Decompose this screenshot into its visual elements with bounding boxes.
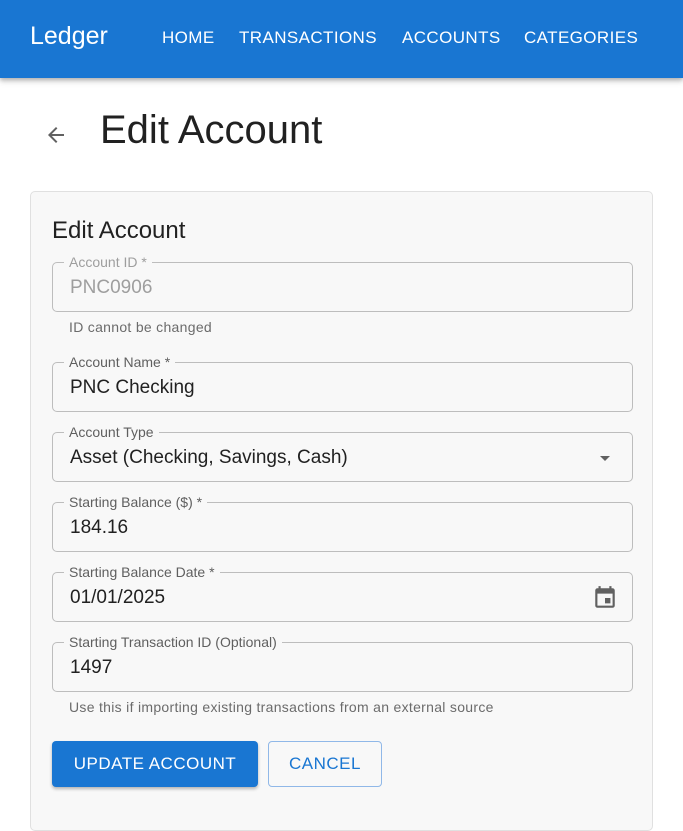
edit-account-form: Edit Account Account ID * PNC0906 ID can…: [30, 191, 653, 831]
arrow-left-icon: [48, 127, 64, 143]
account-id-label: Account ID *: [64, 253, 152, 271]
starting-balance-date-field[interactable]: Starting Balance Date * 01/01/2025: [52, 563, 633, 622]
starting-balance-field[interactable]: Starting Balance ($) * 184.16: [52, 493, 633, 552]
form-title: Edit Account: [52, 217, 186, 244]
app-brand[interactable]: Ledger: [30, 22, 108, 51]
starting-balance-label: Starting Balance ($) *: [64, 493, 208, 511]
account-type-value[interactable]: Asset (Checking, Savings, Cash): [70, 446, 348, 470]
starting-transaction-id-helper: Use this if importing existing transacti…: [69, 699, 494, 715]
app-bar: Ledger HOME TRANSACTIONS ACCOUNTS CATEGO…: [0, 0, 683, 78]
nav-categories[interactable]: CATEGORIES: [524, 28, 638, 48]
account-name-field[interactable]: Account Name * PNC Checking: [52, 353, 633, 412]
cancel-button[interactable]: CANCEL: [268, 741, 382, 787]
nav-transactions[interactable]: TRANSACTIONS: [239, 28, 377, 48]
calendar-icon[interactable]: [592, 585, 618, 611]
account-name-value[interactable]: PNC Checking: [70, 376, 195, 400]
account-id-value: PNC0906: [70, 277, 153, 298]
account-id-helper: ID cannot be changed: [69, 319, 212, 335]
starting-transaction-id-label: Starting Transaction ID (Optional): [64, 633, 282, 651]
page-title: Edit Account: [100, 108, 323, 152]
update-account-button[interactable]: UPDATE ACCOUNT: [52, 741, 258, 787]
back-button[interactable]: [38, 117, 74, 153]
account-type-label: Account Type: [64, 423, 159, 441]
account-name-label: Account Name *: [64, 353, 176, 371]
starting-transaction-id-field[interactable]: Starting Transaction ID (Optional) 1497: [52, 633, 633, 692]
starting-balance-date-label: Starting Balance Date *: [64, 563, 220, 581]
nav-home[interactable]: HOME: [162, 28, 215, 48]
account-type-select[interactable]: Account Type Asset (Checking, Savings, C…: [52, 423, 633, 482]
starting-balance-date-value[interactable]: 01/01/2025: [70, 586, 165, 610]
dropdown-arrow-icon[interactable]: [592, 445, 618, 471]
nav-accounts[interactable]: ACCOUNTS: [402, 28, 501, 48]
starting-transaction-id-value[interactable]: 1497: [70, 656, 112, 680]
account-id-field: Account ID * PNC0906: [52, 253, 633, 312]
starting-balance-value[interactable]: 184.16: [70, 516, 128, 540]
